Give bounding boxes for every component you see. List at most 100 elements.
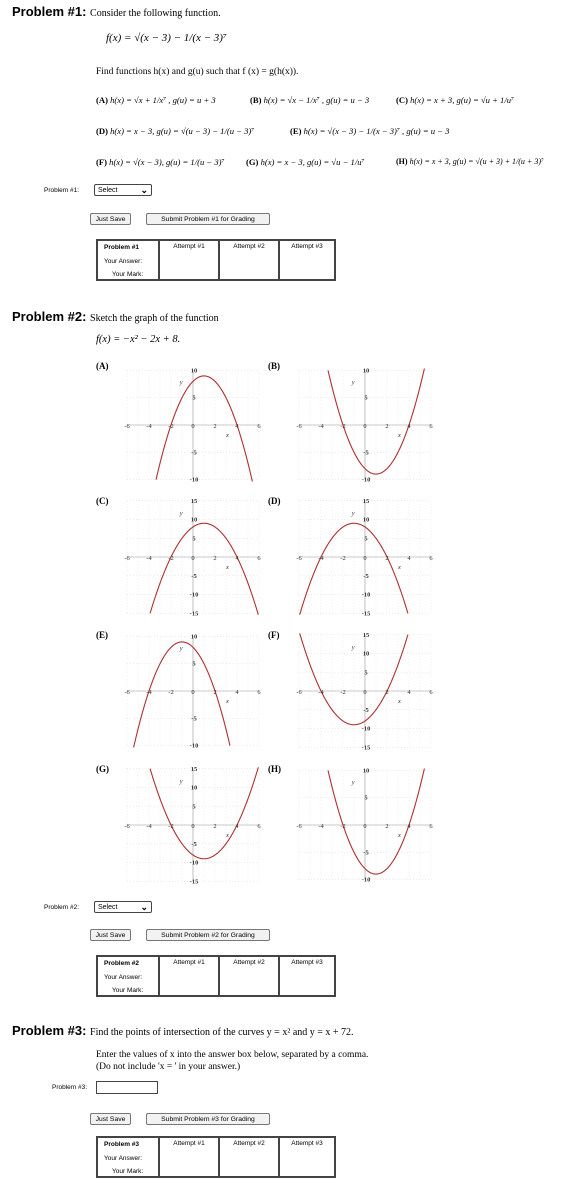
parabola-curve <box>149 522 259 615</box>
table-mark-label: Your Mark: <box>112 271 144 278</box>
x-axis-name: x <box>225 564 229 571</box>
x-tick-label: 6 <box>429 423 433 430</box>
attempt-3-column: Attempt #3 <box>278 957 334 995</box>
x-tick-label: -2 <box>168 423 173 430</box>
problem-3-save-button[interactable]: Just Save <box>90 1113 131 1125</box>
problem-2-function: f(x) = −x² − 2x + 8. <box>96 334 181 345</box>
parabola-curve <box>327 368 425 475</box>
graph-c[interactable]: -6 -4 -2 0 2 4 615105-5-10-15xy <box>108 493 278 621</box>
choice-text: h(x) = √(x − 3) − 1/(x − 3)⁷ , g(u) = u … <box>303 126 450 136</box>
select-value: Select <box>98 904 118 911</box>
problem-1-heading: Problem #1: Consider the following funct… <box>12 4 221 19</box>
x-tick-label: 6 <box>257 423 261 430</box>
choice-f: (F) h(x) = √(x − 3), g(u) = 1/(u − 3)⁷ <box>96 157 225 167</box>
x-tick-label: 6 <box>257 689 261 696</box>
problem-3-submit-button[interactable]: Submit Problem #3 for Grading <box>146 1113 270 1125</box>
x-tick-label: 2 <box>385 555 388 562</box>
select-value: Select <box>98 187 118 194</box>
x-tick-label: -2 <box>340 823 345 830</box>
problem-3-heading: Problem #3: Find the points of intersect… <box>12 1023 354 1038</box>
y-tick-label: 10 <box>191 367 198 374</box>
x-tick-label: -4 <box>146 555 152 562</box>
graph-a[interactable]: -6 -4 -2 0 2 4 6105-5-10xy <box>108 361 278 489</box>
choice-a: (A) h(x) = √x + 1/x⁷ , g(u) = u + 3 <box>96 95 216 105</box>
choice-b: (B) h(x) = √x − 1/x⁷ , g(u) = u − 3 <box>250 95 369 105</box>
problem-2-attempts-table: Problem #2 Your Answer: Your Mark: Attem… <box>96 955 336 997</box>
x-tick-label: -6 <box>296 823 302 830</box>
problem-3-answer-input[interactable] <box>96 1081 158 1094</box>
problem-1-instruction: Find functions h(x) and g(u) such that f… <box>96 67 299 77</box>
x-tick-label: 4 <box>235 689 239 696</box>
x-axis-name: x <box>397 832 401 839</box>
choice-letter: (B) <box>250 95 262 105</box>
x-tick-label: -4 <box>146 689 152 696</box>
x-tick-label: -2 <box>340 689 345 696</box>
graph-h[interactable]: -6 -4 -2 0 2 4 6 10 5 -5 -10 x y <box>280 761 450 889</box>
graph-f[interactable]: -6 -4 -2 0 2 4 6 15 10 5 -5 -10 -15 x y <box>280 627 450 755</box>
table-title: Problem #1 <box>104 244 140 251</box>
y-tick-label: 15 <box>191 766 198 773</box>
choice-text: h(x) = √x + 1/x⁷ , g(u) = u + 3 <box>110 95 216 105</box>
problem-1-answer-select[interactable]: Select ⌄ <box>94 184 152 196</box>
y-tick-label: 10 <box>191 633 198 640</box>
attempt-3-column: Attempt #3 <box>278 241 334 279</box>
x-tick-label: -2 <box>168 689 173 696</box>
x-tick-label: 4 <box>235 823 239 830</box>
problem-2-submit-button[interactable]: Submit Problem #2 for Grading <box>146 929 270 941</box>
y-tick-label: -5 <box>363 707 369 714</box>
problem-3-description: Find the points of intersection of the c… <box>90 1027 354 1038</box>
y-tick-label: 15 <box>363 498 370 505</box>
x-tick-label: 6 <box>429 823 433 830</box>
problem-1-title: Problem #1: <box>12 4 87 19</box>
problem-3-instruction-2: (Do not include 'x = ' in your answer.) <box>96 1062 241 1072</box>
table-answer-label: Your Answer: <box>104 258 143 265</box>
choice-letter: (C) <box>396 95 408 105</box>
y-axis-name: y <box>179 510 183 517</box>
problem-2-save-button[interactable]: Just Save <box>90 929 131 941</box>
table-answer-label: Your Answer: <box>104 1155 143 1162</box>
attempt-2-column: Attempt #2 <box>218 241 278 279</box>
problem-3-attempts-table: Problem #3 Your Answer: Your Mark: Attem… <box>96 1136 336 1178</box>
x-axis-name: x <box>225 832 229 839</box>
attempt-1-column: Attempt #1 <box>158 241 218 279</box>
graph-g[interactable]: -6 -4 -2 0 2 4 6 15 10 5 -5 -10 -15 x y <box>108 761 278 889</box>
graph-b[interactable]: -6 -4 -2 0 2 4 6 10 5 -5 -10 x y <box>280 361 450 489</box>
y-tick-label: -10 <box>190 743 199 750</box>
y-tick-label: 5 <box>192 395 196 402</box>
y-axis-name: y <box>179 778 183 785</box>
x-tick-label: 6 <box>429 555 433 562</box>
x-axis-name: x <box>397 564 401 571</box>
graph-e[interactable]: -6 -4 -2 0 2 4 6 10 5 -5 -10 x y <box>108 627 278 755</box>
y-tick-label: -5 <box>191 449 197 456</box>
x-tick-label: -6 <box>296 689 302 696</box>
problem-3-instruction-1: Enter the values of x into the answer bo… <box>96 1050 369 1060</box>
x-tick-label: 4 <box>407 423 411 430</box>
x-tick-label: 2 <box>213 555 216 562</box>
x-axis-name: x <box>397 698 401 705</box>
problem-1-submit-button[interactable]: Submit Problem #1 for Grading <box>146 213 270 225</box>
graph-label-a: (A) <box>96 361 109 371</box>
attempt-2-column: Attempt #2 <box>218 1138 278 1176</box>
graph-d[interactable]: -6 -4 -2 0 2 4 6 15 10 5 -5 -10 -15 x y <box>280 493 450 621</box>
y-tick-label: 10 <box>191 785 198 792</box>
attempt-3-column: Attempt #3 <box>278 1138 334 1176</box>
y-tick-label: -15 <box>190 610 199 617</box>
y-tick-label: -5 <box>191 841 197 848</box>
attempt-header: Attempt #2 <box>233 959 265 966</box>
x-tick-label: -6 <box>296 423 302 430</box>
x-tick-label: -4 <box>146 823 152 830</box>
problem-2-answer-select[interactable]: Select ⌄ <box>94 901 152 913</box>
y-axis-name: y <box>351 510 355 517</box>
choice-letter: (F) <box>96 157 107 167</box>
problem-1-attempts-table: Problem #1 Your Answer: Your Mark: Attem… <box>96 239 336 281</box>
choice-text: h(x) = √(x − 3), g(u) = 1/(u − 3)⁷ <box>109 157 225 167</box>
attempt-header: Attempt #3 <box>291 1140 323 1147</box>
x-tick-label: -4 <box>146 423 152 430</box>
x-tick-label: 0 <box>363 423 366 430</box>
x-tick-label: 6 <box>257 555 261 562</box>
problem-1-save-button[interactable]: Just Save <box>90 213 131 225</box>
y-tick-label: 15 <box>363 632 370 639</box>
problem-2-select-label: Problem #2: <box>44 904 80 911</box>
problem-3-input-label: Problem #3: <box>52 1084 88 1091</box>
x-tick-label: 0 <box>191 423 194 430</box>
